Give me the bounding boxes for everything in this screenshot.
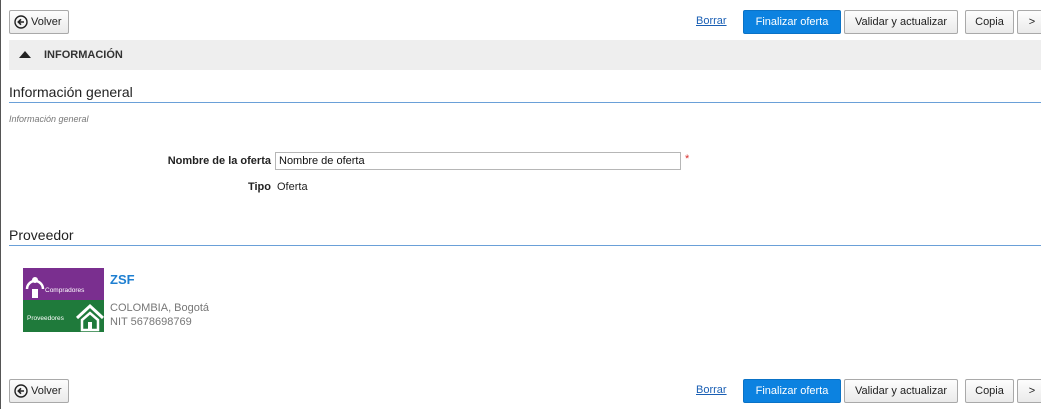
validate-update-button-bottom[interactable]: Validar y actualizar [844,379,958,403]
back-button-bottom[interactable]: Volver [9,379,69,403]
copy-button[interactable]: Copia [965,10,1014,34]
section-title: INFORMACIÓN [44,49,123,61]
type-label: Tipo [247,181,271,193]
required-marker: * [685,153,690,165]
general-info-subtitle: Información general [9,114,89,124]
back-button[interactable]: Volver [9,10,69,34]
supplier-nit: NIT 5678698769 [110,316,192,328]
back-button-label: Volver [31,16,62,28]
finalize-offer-button[interactable]: Finalizar oferta [743,10,841,34]
offer-name-input[interactable] [275,152,681,170]
supplier-location: COLOMBIA, Bogotá [110,302,210,314]
bottom-toolbar: Volver Borrar Finalizar oferta Validar y… [9,379,1041,403]
supplier-heading: Proveedor [9,227,1041,246]
supplier-logo: Compradores Proveedores [23,268,104,332]
type-value: Oferta [277,181,308,193]
top-toolbar: Volver Borrar Finalizar oferta Validar y… [9,10,1041,34]
back-button-label: Volver [31,385,62,397]
supplier-name-link[interactable]: ZSF [110,272,135,287]
delete-link-bottom[interactable]: Borrar [696,384,727,396]
logo-compradores-text: Compradores [45,287,85,294]
finalize-offer-button-bottom[interactable]: Finalizar oferta [743,379,841,403]
validate-update-button[interactable]: Validar y actualizar [844,10,958,34]
collapse-triangle-icon[interactable] [19,51,31,58]
delete-link[interactable]: Borrar [696,15,727,27]
page-frame: Volver Borrar Finalizar oferta Validar y… [0,0,1041,409]
general-info-heading: Información general [9,84,1041,103]
offer-name-label: Nombre de la oferta [167,155,271,167]
next-button-bottom[interactable]: > [1017,379,1041,403]
section-header-informacion[interactable]: INFORMACIÓN [9,40,1041,70]
logo-proveedores-text: Proveedores [27,315,65,322]
copy-button-bottom[interactable]: Copia [965,379,1014,403]
arrow-left-circle-icon [14,15,28,29]
next-button[interactable]: > [1017,10,1041,34]
arrow-left-circle-icon [14,384,28,398]
